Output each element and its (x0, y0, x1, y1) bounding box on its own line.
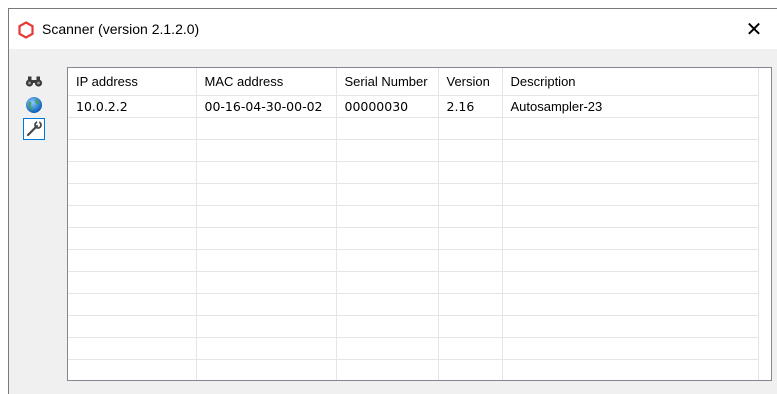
globe-icon (26, 97, 42, 113)
empty-table-row (68, 271, 759, 294)
column-header-description[interactable]: Description (502, 68, 759, 96)
empty-cell (502, 139, 759, 162)
empty-table-row (68, 161, 759, 184)
empty-cell (336, 359, 439, 380)
empty-cell (196, 315, 337, 338)
empty-table-row (68, 139, 759, 162)
settings-button[interactable] (23, 118, 45, 140)
empty-cell (68, 161, 197, 184)
empty-cell (336, 293, 439, 316)
empty-cell (196, 205, 337, 228)
empty-cell (68, 227, 197, 250)
empty-cell (502, 315, 759, 338)
empty-table-row (68, 359, 759, 380)
cell-ip: 10.0.2.2 (68, 95, 197, 118)
empty-cell (438, 183, 503, 206)
empty-table-row (68, 227, 759, 250)
close-icon: ✕ (745, 18, 763, 41)
empty-cell (438, 271, 503, 294)
empty-cell (502, 293, 759, 316)
empty-cell (438, 117, 503, 140)
scan-button[interactable] (23, 70, 45, 92)
wrench-icon (26, 121, 42, 137)
empty-cell (502, 227, 759, 250)
empty-cell (68, 205, 197, 228)
cell-serial: 00000030 (336, 95, 439, 118)
empty-cell (196, 359, 337, 380)
empty-cell (68, 271, 197, 294)
cell-version: 2.16 (438, 95, 503, 118)
empty-cell (438, 315, 503, 338)
empty-cell (336, 183, 439, 206)
empty-cell (438, 161, 503, 184)
empty-cell (336, 139, 439, 162)
device-table[interactable]: IP address MAC address Serial Number Ver… (67, 67, 772, 381)
empty-table-row (68, 205, 759, 228)
empty-cell (502, 183, 759, 206)
empty-cell (438, 249, 503, 272)
empty-cell (68, 315, 197, 338)
empty-cell (196, 161, 337, 184)
empty-cell (68, 293, 197, 316)
close-button[interactable]: ✕ (731, 9, 777, 49)
empty-table-row (68, 117, 759, 140)
empty-cell (438, 139, 503, 162)
scanner-window: Scanner (version 2.1.2.0) ✕ IP address M… (8, 8, 777, 394)
window-title: Scanner (version 2.1.2.0) (42, 21, 200, 37)
empty-cell (336, 337, 439, 360)
column-header-serial[interactable]: Serial Number (336, 68, 439, 96)
empty-cell (196, 337, 337, 360)
empty-cell (336, 161, 439, 184)
empty-cell (196, 227, 337, 250)
empty-cell (336, 249, 439, 272)
empty-cell (336, 227, 439, 250)
empty-cell (438, 337, 503, 360)
empty-table-row (68, 315, 759, 338)
empty-cell (196, 139, 337, 162)
empty-cell (502, 117, 759, 140)
empty-cell (438, 359, 503, 380)
empty-cell (68, 337, 197, 360)
empty-table-row (68, 293, 759, 316)
empty-cell (336, 315, 439, 338)
empty-cell (68, 249, 197, 272)
empty-cell (502, 359, 759, 380)
empty-cell (196, 249, 337, 272)
cell-mac: 00-16-04-30-00-02 (196, 95, 337, 118)
empty-table-row (68, 183, 759, 206)
empty-cell (196, 293, 337, 316)
empty-table-row (68, 337, 759, 360)
empty-cell (502, 161, 759, 184)
empty-cell (68, 139, 197, 162)
column-header-ip[interactable]: IP address (68, 68, 197, 96)
column-header-version[interactable]: Version (438, 68, 503, 96)
table-header-row: IP address MAC address Serial Number Ver… (68, 68, 759, 96)
empty-cell (336, 205, 439, 228)
empty-cell (438, 205, 503, 228)
empty-cell (68, 117, 197, 140)
empty-cell (502, 205, 759, 228)
empty-cell (196, 271, 337, 294)
empty-cell (68, 359, 197, 380)
empty-cell (502, 271, 759, 294)
empty-cell (438, 227, 503, 250)
empty-cell (336, 271, 439, 294)
network-button[interactable] (23, 94, 45, 116)
empty-cell (196, 117, 337, 140)
toolbar (23, 70, 51, 142)
column-header-mac[interactable]: MAC address (196, 68, 337, 96)
app-icon (17, 21, 35, 39)
empty-cell (68, 183, 197, 206)
cell-description: Autosampler-23 (502, 95, 759, 118)
title-bar: Scanner (version 2.1.2.0) ✕ (9, 9, 777, 49)
empty-cell (336, 117, 439, 140)
binoculars-icon (25, 76, 43, 87)
empty-cell (502, 249, 759, 272)
table-row[interactable]: 10.0.2.2 00-16-04-30-00-02 00000030 2.16… (68, 95, 759, 118)
empty-cell (438, 293, 503, 316)
empty-cell (502, 337, 759, 360)
empty-table-row (68, 249, 759, 272)
empty-cell (196, 183, 337, 206)
